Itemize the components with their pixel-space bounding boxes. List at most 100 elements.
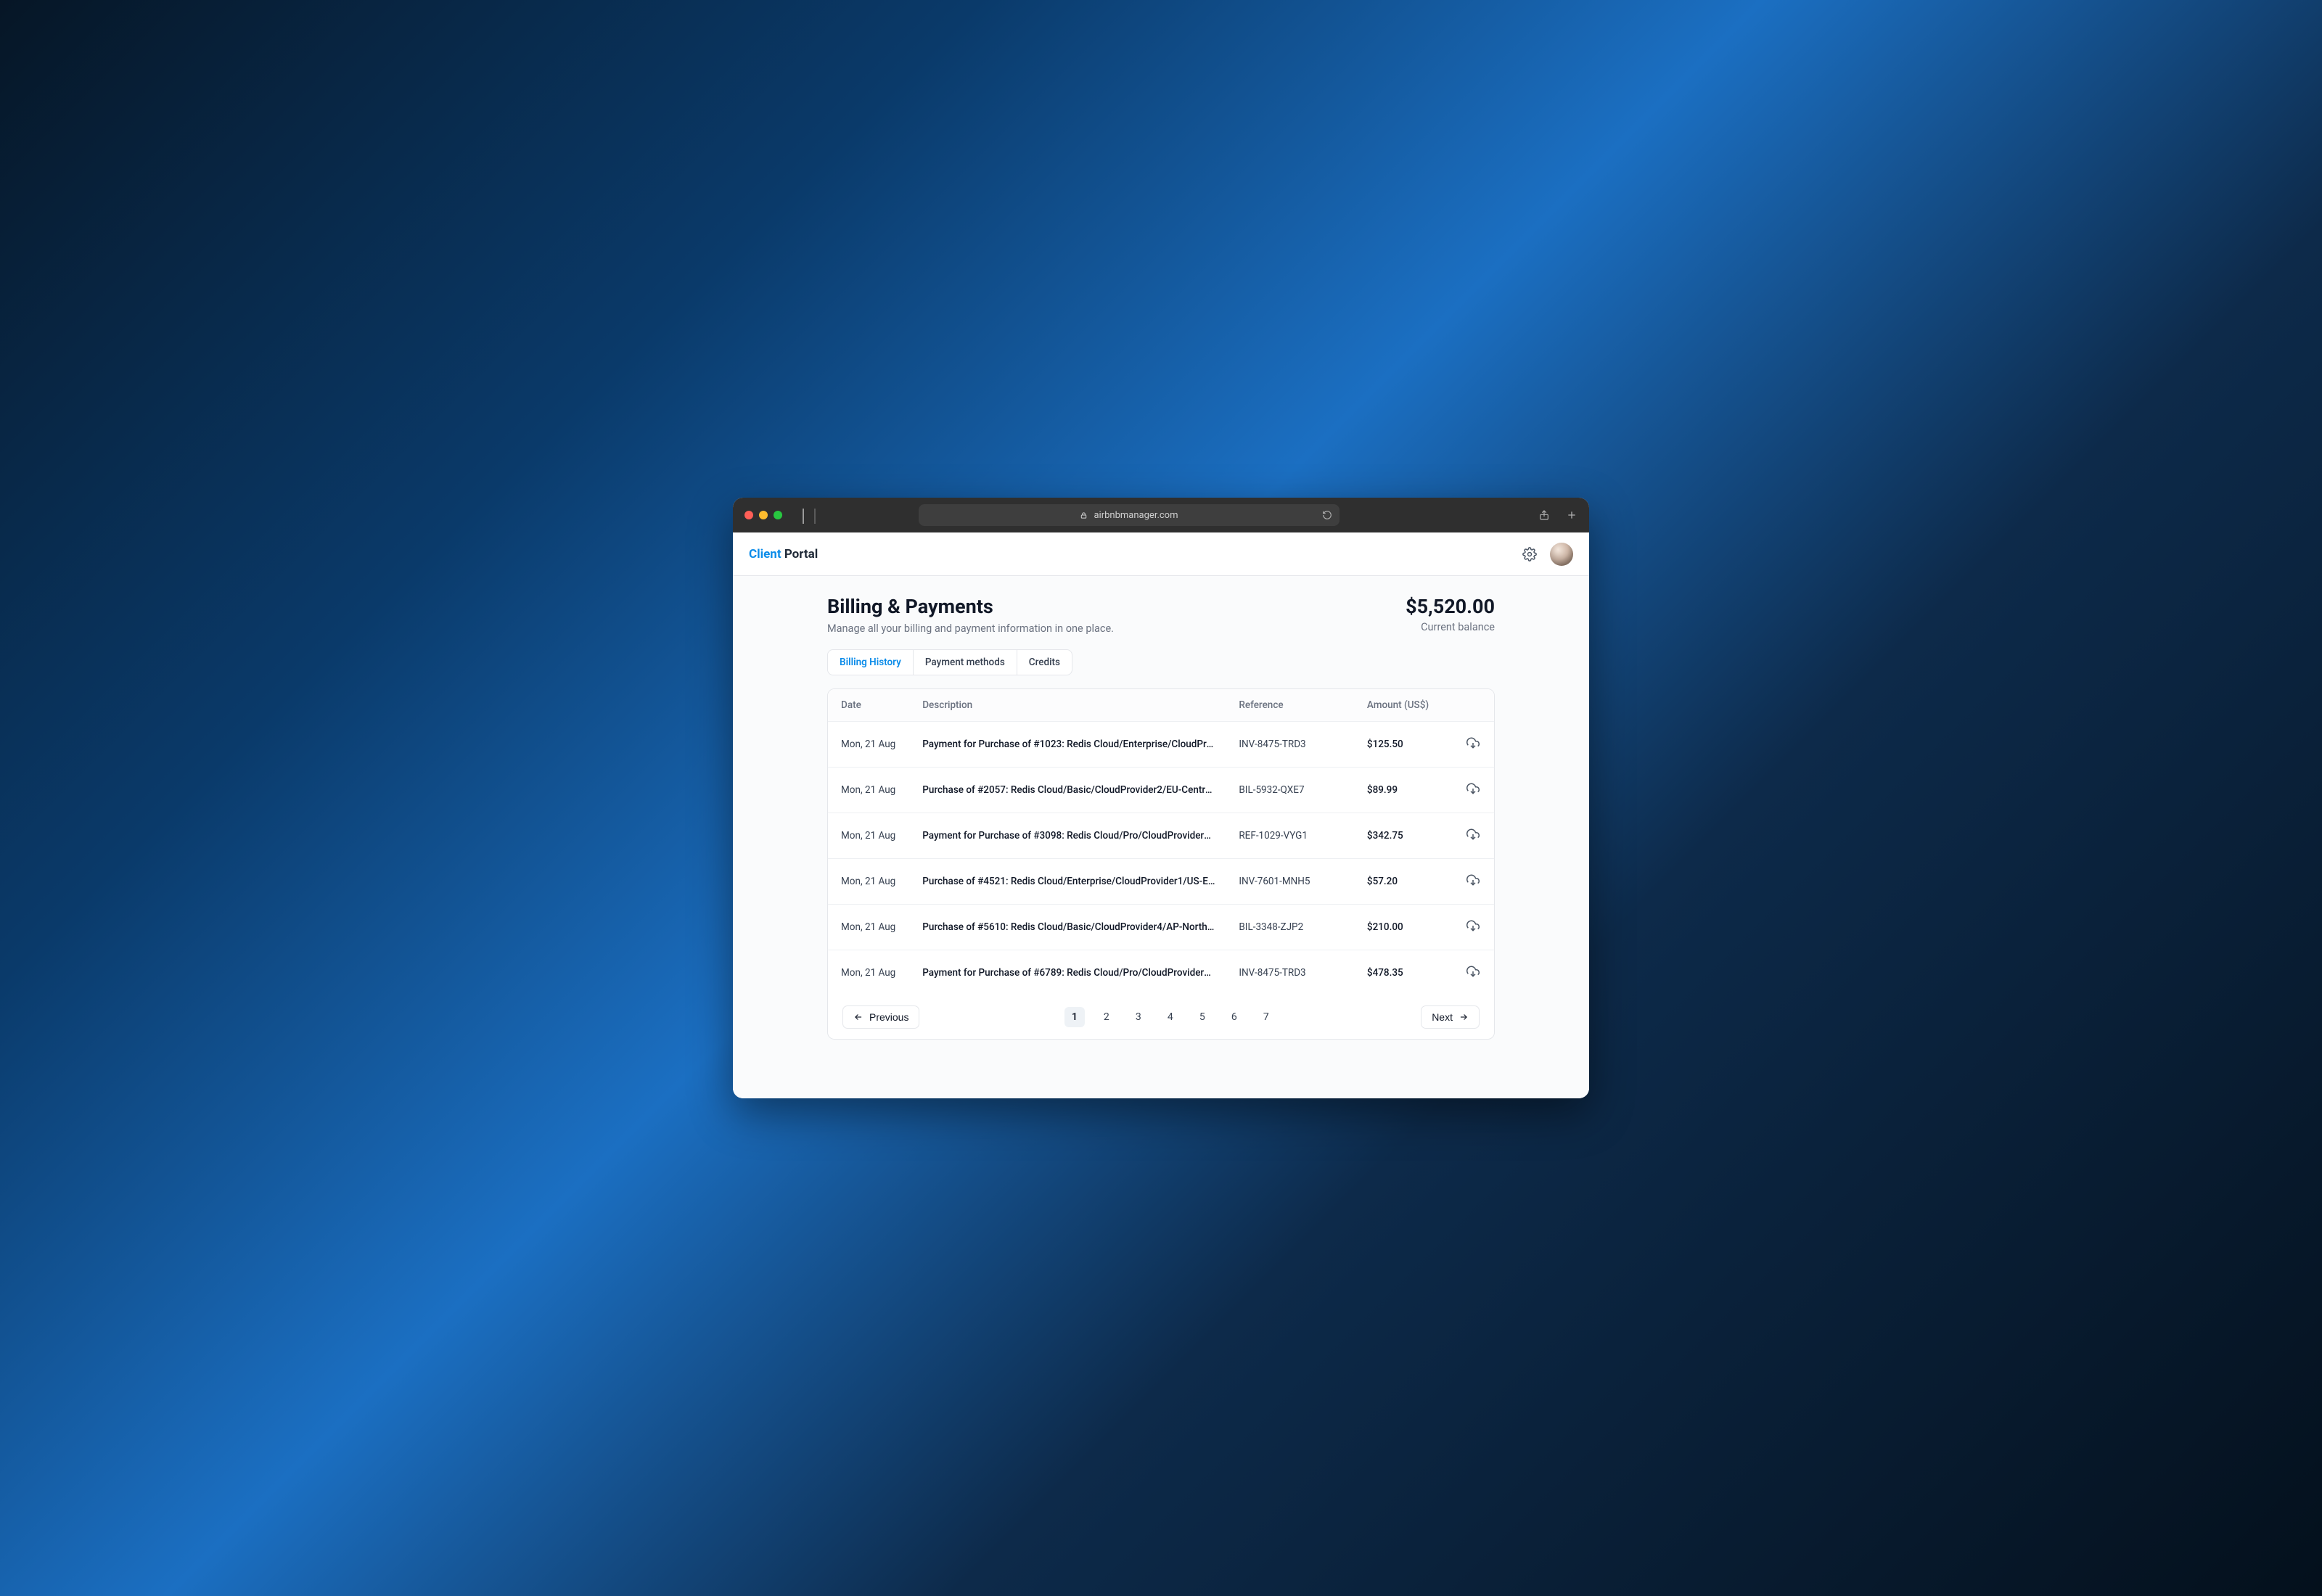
table-row: Mon, 21 AugPayment for Purchase of #6789… [828,950,1494,996]
col-header: Date [828,689,911,722]
page-number[interactable]: 6 [1224,1007,1244,1027]
billing-table: DateDescriptionReferenceAmount (US$) Mon… [828,689,1494,995]
window-minimize-icon[interactable] [759,511,768,519]
settings-button[interactable] [1522,547,1537,562]
cell-reference: BIL-5932-QXE7 [1227,768,1355,813]
cell-description: Purchase of #5610: Redis Cloud/Basic/Clo… [911,905,1227,950]
tab-billing-history[interactable]: Billing History [828,650,914,675]
cell-reference: BIL-3348-ZJP2 [1227,905,1355,950]
arrow-right-icon [1459,1012,1469,1022]
lock-icon [1080,511,1088,519]
page-number[interactable]: 4 [1160,1007,1181,1027]
browser-right-icons [1538,509,1578,521]
page-number[interactable]: 1 [1064,1007,1085,1027]
page-number[interactable]: 7 [1256,1007,1276,1027]
table-row: Mon, 21 AugPayment for Purchase of #3098… [828,813,1494,859]
page-head-left: Billing & Payments Manage all your billi… [827,595,1114,635]
table-row: Mon, 21 AugPurchase of #5610: Redis Clou… [828,905,1494,950]
cell-actions [1453,813,1494,859]
header-right [1522,543,1573,566]
page-subtitle: Manage all your billing and payment info… [827,622,1114,635]
cell-date: Mon, 21 Aug [828,859,911,905]
browser-nav-arrows [803,509,816,522]
cell-actions [1453,768,1494,813]
share-icon[interactable] [1538,509,1550,521]
cell-description: Payment for Purchase of #6789: Redis Clo… [911,950,1227,996]
cell-actions [1453,859,1494,905]
page-body: Billing & Payments Manage all your billi… [733,576,1589,1098]
cell-amount: $478.35 [1355,950,1453,996]
app-header: Client Portal [733,532,1589,576]
page-number[interactable]: 3 [1128,1007,1149,1027]
tabs: Billing HistoryPayment methodsCredits [827,649,1072,675]
prev-page-label: Previous [869,1011,908,1023]
cell-reference: INV-8475-TRD3 [1227,722,1355,768]
pagination: Previous 1234567 Next [828,995,1494,1039]
cell-amount: $125.50 [1355,722,1453,768]
gear-icon [1522,547,1537,562]
cell-date: Mon, 21 Aug [828,722,911,768]
window-zoom-icon[interactable] [774,511,782,519]
table-row: Mon, 21 AugPayment for Purchase of #1023… [828,722,1494,768]
cell-amount: $57.20 [1355,859,1453,905]
cell-amount: $89.99 [1355,768,1453,813]
download-invoice-button[interactable] [1466,832,1480,844]
browser-url-text: airbnbmanager.com [1094,510,1178,521]
page-numbers: 1234567 [1064,1007,1276,1027]
next-page-button[interactable]: Next [1421,1005,1480,1029]
browser-back-button[interactable] [803,509,804,522]
table-header-row: DateDescriptionReferenceAmount (US$) [828,689,1494,722]
cell-date: Mon, 21 Aug [828,905,911,950]
cell-amount: $210.00 [1355,905,1453,950]
tab-payment-methods[interactable]: Payment methods [914,650,1017,675]
cell-actions [1453,905,1494,950]
page-number[interactable]: 5 [1192,1007,1213,1027]
logo-text-primary: Client [749,547,781,562]
download-invoice-button[interactable] [1466,878,1480,889]
reload-icon[interactable] [1322,510,1332,520]
main-container: Billing & Payments Manage all your billi… [827,595,1495,1040]
table-row: Mon, 21 AugPurchase of #2057: Redis Clou… [828,768,1494,813]
prev-page-button[interactable]: Previous [842,1005,919,1029]
window-close-icon[interactable] [744,511,753,519]
download-invoice-button[interactable] [1466,924,1480,935]
browser-forward-button[interactable] [814,509,816,522]
cell-actions [1453,722,1494,768]
balance-label: Current balance [1406,621,1495,633]
app-logo[interactable]: Client Portal [749,547,818,562]
col-header: Reference [1227,689,1355,722]
cell-description: Payment for Purchase of #3098: Redis Clo… [911,813,1227,859]
download-invoice-button[interactable] [1466,969,1480,981]
browser-window: airbnbmanager.com Client Portal [733,498,1589,1098]
page-number[interactable]: 2 [1096,1007,1117,1027]
new-tab-icon[interactable] [1566,509,1578,521]
cell-reference: REF-1029-VYG1 [1227,813,1355,859]
cell-actions [1453,950,1494,996]
page-head: Billing & Payments Manage all your billi… [827,595,1495,635]
cell-description: Payment for Purchase of #1023: Redis Clo… [911,722,1227,768]
table-row: Mon, 21 AugPurchase of #4521: Redis Clou… [828,859,1494,905]
col-header: Description [911,689,1227,722]
cell-reference: INV-7601-MNH5 [1227,859,1355,905]
page-head-right: $5,520.00 Current balance [1406,595,1495,633]
balance-amount: $5,520.00 [1406,595,1495,618]
download-invoice-button[interactable] [1466,786,1480,798]
download-invoice-button[interactable] [1466,741,1480,752]
cell-description: Purchase of #4521: Redis Cloud/Enterpris… [911,859,1227,905]
cell-date: Mon, 21 Aug [828,950,911,996]
billing-table-card: DateDescriptionReferenceAmount (US$) Mon… [827,688,1495,1040]
logo-text-secondary: Portal [781,547,819,562]
browser-chrome: airbnbmanager.com [733,498,1589,532]
col-header: Amount (US$) [1355,689,1453,722]
next-page-label: Next [1432,1011,1453,1023]
page-title: Billing & Payments [827,595,1114,618]
arrow-left-icon [853,1012,863,1022]
cell-date: Mon, 21 Aug [828,768,911,813]
user-avatar[interactable] [1550,543,1573,566]
tab-credits[interactable]: Credits [1017,650,1072,675]
cell-description: Purchase of #2057: Redis Cloud/Basic/Clo… [911,768,1227,813]
col-header [1453,689,1494,722]
cell-reference: INV-8475-TRD3 [1227,950,1355,996]
browser-url-bar[interactable]: airbnbmanager.com [919,504,1340,526]
traffic-lights [744,511,782,519]
